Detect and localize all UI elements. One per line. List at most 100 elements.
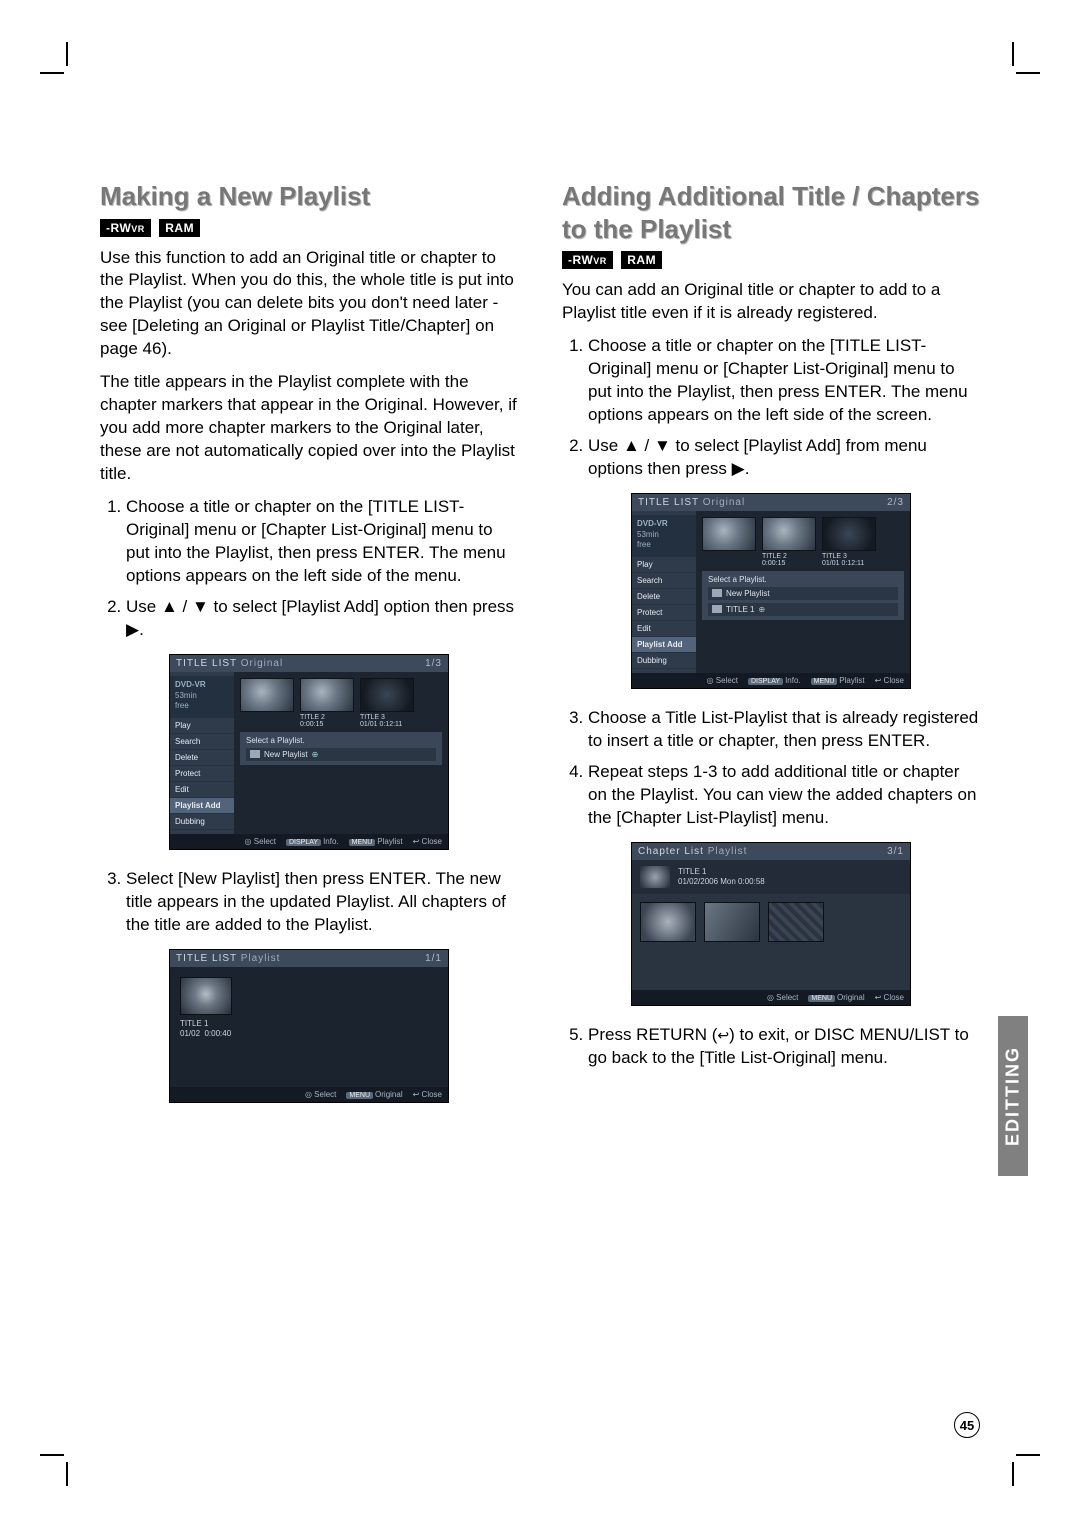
select-playlist-panel: Select a Playlist. New Playlist TITLE 1 … — [702, 571, 904, 620]
sidebar-item-playlist-add: Playlist Add — [170, 798, 234, 814]
right-step-2: Use ▲ / ▼ to select [Playlist Add] from … — [588, 435, 980, 481]
folder-icon — [712, 605, 722, 613]
chapter-header-row: TITLE 1 01/02/2006 Mon 0:00:58 — [632, 860, 910, 894]
left-para-2: The title appears in the Playlist comple… — [100, 371, 518, 486]
select-icon: ◎ — [305, 1090, 312, 1099]
sidebar-item-edit: Edit — [632, 621, 696, 637]
figure-title-list-original-2: TITLE LIST Original 2/3 DVD-VR 53min fre… — [631, 493, 911, 690]
section-tab-editting: EDITTING — [998, 1016, 1028, 1176]
right-step-1: Choose a title or chapter on the [TITLE … — [588, 335, 980, 427]
page-number: 45 — [954, 1412, 980, 1438]
return-arrow-icon: ↩ — [717, 1026, 729, 1045]
up-down-arrows-icon: ▲ / ▼ — [623, 436, 671, 455]
right-steps: Choose a title or chapter on the [TITLE … — [562, 335, 980, 481]
sidebar-item-protect: Protect — [170, 766, 234, 782]
left-para-1: Use this function to add an Original tit… — [100, 247, 518, 362]
return-icon: ↩ — [413, 1090, 420, 1099]
menu-key-icon: MENU — [811, 678, 838, 685]
thumbnail-icon — [762, 517, 816, 551]
figure-main-area: TITLE 20:00:15 TITLE 301/01 0:12:11 Sele… — [696, 511, 910, 674]
return-icon: ↩ — [413, 837, 420, 846]
sidebar-item-search: Search — [632, 573, 696, 589]
badge-ram: RAM — [159, 219, 200, 237]
sidebar-item-edit: Edit — [170, 782, 234, 798]
figure-sidebar-disc-info: DVD-VR 53min free — [170, 676, 234, 719]
sidebar-item-play: Play — [632, 557, 696, 573]
up-down-arrows-icon: ▲ / ▼ — [161, 597, 209, 616]
figure-chapter-list-playlist: Chapter List Playlist 3/1 TITLE 1 01/02/… — [631, 842, 911, 1006]
select-icon: ◎ — [767, 993, 774, 1002]
sidebar-item-playlist-add: Playlist Add — [632, 637, 696, 653]
select-icon: ◎ — [245, 837, 252, 846]
thumbnail-icon — [300, 678, 354, 712]
right-arrow-icon: ▶ — [732, 459, 745, 478]
figure-title-list-playlist: TITLE LIST Playlist 1/1 TITLE 1 01/02 0:… — [169, 949, 449, 1103]
figure-footer: ◎ Select DISPLAYInfo. MENUPlaylist ↩ Clo… — [170, 834, 448, 849]
figure-footer: ◎ Select MENUOriginal ↩ Close — [632, 990, 910, 1005]
sidebar-item-search: Search — [170, 734, 234, 750]
left-step-1: Choose a title or chapter on the [TITLE … — [126, 496, 518, 588]
left-steps-continued: Select [New Playlist] then press ENTER. … — [100, 868, 518, 937]
right-heading: Adding Additional Title / Chapters to th… — [562, 180, 980, 245]
thumbnail-icon — [640, 866, 670, 888]
left-step-2: Use ▲ / ▼ to select [Playlist Add] optio… — [126, 596, 518, 642]
figure-header: TITLE LIST Original 1/3 — [170, 655, 448, 672]
menu-key-icon: MENU — [346, 1092, 373, 1099]
figure-sidebar: DVD-VR 53min free Play Search Delete Pro… — [170, 672, 234, 835]
sidebar-item-delete: Delete — [170, 750, 234, 766]
figure-header: Chapter List Playlist 3/1 — [632, 843, 910, 860]
right-badges: -RWVR RAM — [562, 251, 980, 269]
sidebar-item-protect: Protect — [632, 605, 696, 621]
right-step-5: Press RETURN (↩) to exit, or DISC MENU/L… — [588, 1024, 980, 1070]
return-icon: ↩ — [875, 676, 882, 685]
thumbnail-icon — [702, 517, 756, 551]
figure-footer: ◎ Select MENUOriginal ↩ Close — [170, 1087, 448, 1102]
figure-header: TITLE LIST Playlist 1/1 — [170, 950, 448, 967]
return-icon: ↩ — [875, 993, 882, 1002]
left-step-3: Select [New Playlist] then press ENTER. … — [126, 868, 518, 937]
right-arrow-icon: ▶ — [126, 620, 139, 639]
figure-title-list-original: TITLE LIST Original 1/3 DVD-VR 53min fre… — [169, 654, 449, 851]
figure-main-area: TITLE 20:00:15 TITLE 301/01 0:12:11 Sele… — [234, 672, 448, 835]
folder-icon — [712, 589, 722, 597]
new-playlist-row: New Playlist ⊕ — [246, 748, 436, 761]
new-playlist-row: New Playlist — [708, 587, 898, 600]
thumbnail-icon — [640, 902, 696, 942]
thumbnail-icon — [822, 517, 876, 551]
badge-rwvr: -RWVR — [562, 251, 613, 269]
thumbnail-icon — [360, 678, 414, 712]
folder-icon — [250, 750, 260, 758]
thumbnail-icon — [180, 977, 232, 1015]
right-steps-continued: Choose a Title List-Playlist that is alr… — [562, 707, 980, 830]
plus-icon: ⊕ — [758, 605, 765, 614]
left-column: Making a New Playlist -RWVR RAM Use this… — [100, 180, 518, 1121]
display-key-icon: DISPLAY — [748, 678, 783, 685]
thumbnail-icon — [768, 902, 824, 942]
badge-rwvr: -RWVR — [100, 219, 151, 237]
figure-footer: ◎ Select DISPLAYInfo. MENUPlaylist ↩ Clo… — [632, 673, 910, 688]
select-playlist-panel: Select a Playlist. New Playlist ⊕ — [240, 732, 442, 765]
sidebar-item-delete: Delete — [632, 589, 696, 605]
badge-ram: RAM — [621, 251, 662, 269]
right-steps-final: Press RETURN (↩) to exit, or DISC MENU/L… — [562, 1024, 980, 1070]
figure-header: TITLE LIST Original 2/3 — [632, 494, 910, 511]
plus-icon: ⊕ — [312, 750, 319, 759]
existing-title-row: TITLE 1 ⊕ — [708, 603, 898, 616]
select-icon: ◎ — [707, 676, 714, 685]
chapter-thumbs-row — [632, 894, 910, 950]
left-steps: Choose a title or chapter on the [TITLE … — [100, 496, 518, 642]
display-key-icon: DISPLAY — [286, 839, 321, 846]
menu-key-icon: MENU — [808, 995, 835, 1002]
playlist-title-info: TITLE 1 01/02 0:00:40 — [180, 1019, 232, 1038]
sidebar-item-dubbing: Dubbing — [170, 814, 234, 830]
menu-key-icon: MENU — [349, 839, 376, 846]
right-step-3: Choose a Title List-Playlist that is alr… — [588, 707, 980, 753]
left-badges: -RWVR RAM — [100, 219, 518, 237]
two-column-layout: Making a New Playlist -RWVR RAM Use this… — [100, 180, 980, 1121]
figure-sidebar: DVD-VR 53min free Play Search Delete Pro… — [632, 511, 696, 674]
thumbnail-icon — [704, 902, 760, 942]
figure-sidebar-disc-info: DVD-VR 53min free — [632, 515, 696, 558]
right-para-1: You can add an Original title or chapter… — [562, 279, 980, 325]
right-step-4: Repeat steps 1-3 to add additional title… — [588, 761, 980, 830]
thumbnail-icon — [240, 678, 294, 712]
